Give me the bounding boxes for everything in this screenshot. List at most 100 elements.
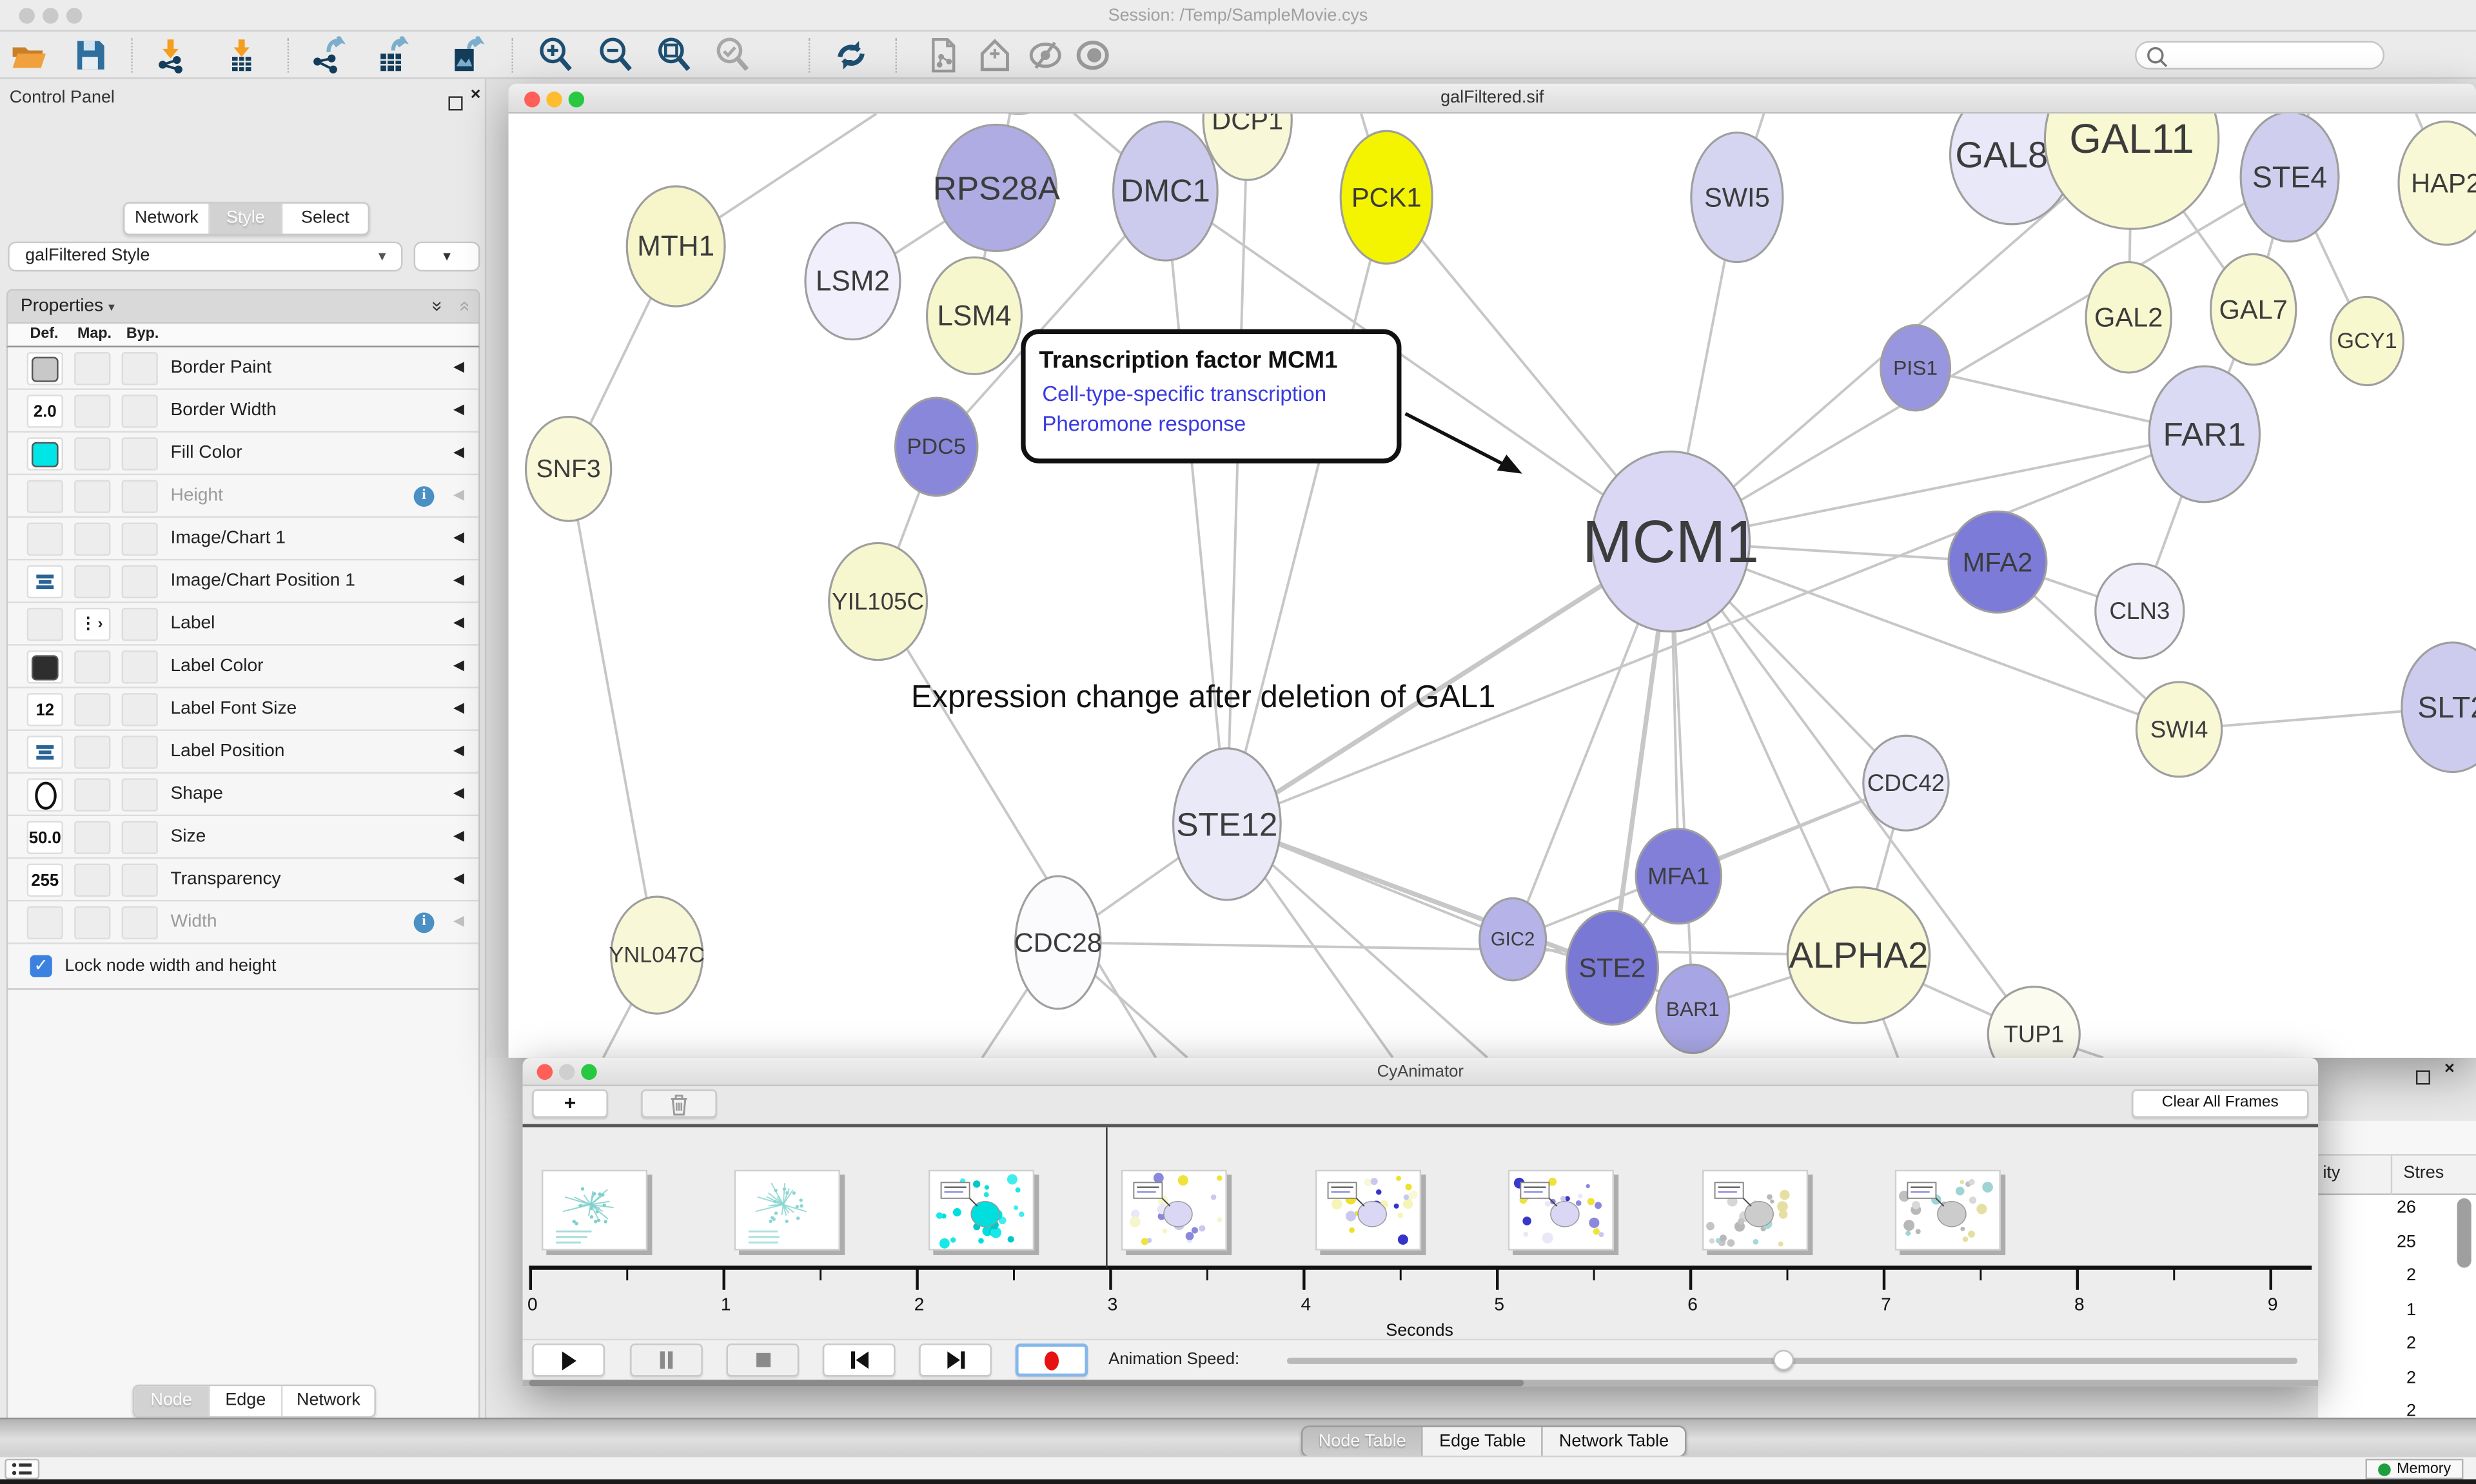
mapping-cell[interactable] <box>74 523 110 556</box>
network-node-LSM2[interactable]: LSM2 <box>805 222 900 339</box>
bypass-cell[interactable] <box>122 778 158 811</box>
network-node-GAL7[interactable]: GAL7 <box>2211 254 2296 364</box>
network-node-STE2[interactable]: STE2 <box>1566 911 1658 1024</box>
export-network-icon[interactable] <box>310 36 348 74</box>
mapping-cell[interactable] <box>74 437 110 470</box>
stop-button[interactable] <box>727 1343 800 1376</box>
default-value-cell[interactable]: 2.0 <box>27 395 63 427</box>
skip-to-end-button[interactable] <box>919 1343 992 1376</box>
property-row-width[interactable]: Widthi◀ <box>8 901 478 944</box>
network-node-BAR1[interactable]: BAR1 <box>1656 964 1729 1053</box>
minimize-window-icon[interactable] <box>43 8 58 23</box>
open-session-icon[interactable] <box>10 36 48 74</box>
default-value-cell[interactable] <box>27 608 63 641</box>
zoom-in-icon[interactable] <box>537 36 575 74</box>
expand-row-icon[interactable]: ◀ <box>453 529 464 546</box>
mapping-cell[interactable] <box>74 778 110 811</box>
network-node-HAP2[interactable]: HAP2 <box>2399 122 2476 245</box>
delete-frame-button[interactable] <box>641 1089 717 1118</box>
tab-network-table[interactable]: Network Table <box>1543 1427 1684 1456</box>
expand-row-icon[interactable]: ◀ <box>453 699 464 717</box>
bypass-cell[interactable] <box>122 608 158 641</box>
default-value-cell[interactable] <box>27 480 63 513</box>
style-select[interactable]: galFiltered Style ▼ <box>8 242 402 272</box>
default-value-cell[interactable] <box>27 437 63 470</box>
tab-select[interactable]: Select <box>282 204 368 234</box>
expand-all-icon[interactable]: » <box>427 301 449 311</box>
network-node-CLN3[interactable]: CLN3 <box>2096 563 2184 658</box>
property-row-label-position[interactable]: Label Position◀ <box>8 731 478 774</box>
property-row-label[interactable]: ⋮›Label◀ <box>8 603 478 646</box>
network-node-LSM4[interactable]: LSM4 <box>927 257 1022 374</box>
mapping-cell[interactable] <box>74 906 110 939</box>
annotation-link[interactable]: Cell-type-specific transcription <box>1042 382 1326 406</box>
bypass-cell[interactable] <box>122 565 158 598</box>
network-node-YIL105C[interactable]: YIL105C <box>829 543 927 659</box>
tab-edge-table[interactable]: Edge Table <box>1424 1427 1544 1456</box>
expand-row-icon[interactable]: ◀ <box>453 486 464 503</box>
property-row-shape[interactable]: Shape◀ <box>8 774 478 816</box>
mapping-cell[interactable] <box>74 650 110 683</box>
lock-node-size-checkbox[interactable]: ✓ <box>30 955 52 977</box>
property-row-label-color[interactable]: Label Color◀ <box>8 646 478 688</box>
close-window-icon[interactable] <box>19 8 34 23</box>
network-node-TUP1[interactable]: TUP1 <box>1988 987 2079 1058</box>
property-row-border-width[interactable]: 2.0Border Width◀ <box>8 390 478 433</box>
network-node-RPS28A[interactable]: RPS28A <box>933 124 1061 251</box>
property-row-image-chart-1[interactable]: Image/Chart 1◀ <box>8 518 478 560</box>
bypass-cell[interactable] <box>122 736 158 768</box>
network-canvas[interactable]: RPS28ADMC1DCP1PCK1SWI5MTH1LSM2LSM4SNF3PD… <box>509 113 2476 1057</box>
property-row-height[interactable]: Heighti◀ <box>8 475 478 518</box>
slider-handle[interactable] <box>1773 1350 1793 1371</box>
expand-row-icon[interactable]: ◀ <box>453 870 464 887</box>
tab-node-table[interactable]: Node Table <box>1302 1427 1423 1456</box>
network-node-SLT2[interactable]: SLT2 <box>2402 643 2476 772</box>
default-value-cell[interactable] <box>27 778 63 811</box>
property-row-size[interactable]: 50.0Size◀ <box>8 816 478 859</box>
expand-row-icon[interactable]: ◀ <box>453 657 464 674</box>
bypass-cell[interactable] <box>122 906 158 939</box>
expand-row-icon[interactable]: ◀ <box>453 358 464 376</box>
expand-row-icon[interactable]: ◀ <box>453 742 464 759</box>
network-node-GAL2[interactable]: GAL2 <box>2086 262 2171 373</box>
tab-edge[interactable]: Edge <box>210 1386 283 1416</box>
pause-button[interactable] <box>630 1343 703 1376</box>
mapping-cell[interactable] <box>74 821 110 854</box>
network-node-PIS1[interactable]: PIS1 <box>1881 325 1950 410</box>
network-node-STE4[interactable]: STE4 <box>2241 113 2339 241</box>
network-node-CDC42[interactable]: CDC42 <box>1863 736 1949 830</box>
bypass-cell[interactable] <box>122 395 158 427</box>
collapse-all-icon[interactable]: » <box>453 301 475 311</box>
network-edge[interactable] <box>569 469 657 955</box>
export-table-icon[interactable] <box>374 36 412 74</box>
network-edge[interactable] <box>878 601 1156 1058</box>
zoom-out-icon[interactable] <box>597 36 635 74</box>
refresh-view-icon[interactable] <box>832 36 870 74</box>
default-value-cell[interactable] <box>27 565 63 598</box>
memory-button[interactable]: Memory <box>2366 1459 2464 1479</box>
default-value-cell[interactable]: 12 <box>27 693 63 726</box>
default-value-cell[interactable]: 255 <box>27 864 63 897</box>
expand-row-icon[interactable]: ◀ <box>453 401 464 418</box>
default-value-cell[interactable] <box>27 650 63 683</box>
add-frame-button[interactable]: + <box>532 1089 608 1118</box>
property-row-border-paint[interactable]: Border Paint◀ <box>8 347 478 390</box>
export-image-icon[interactable] <box>449 36 487 74</box>
tab-network[interactable]: Network <box>124 204 210 234</box>
network-node-DMC1[interactable]: DMC1 <box>1114 122 1218 261</box>
default-value-cell[interactable] <box>27 906 63 939</box>
import-table-icon[interactable] <box>222 36 260 74</box>
network-node-FAR1[interactable]: FAR1 <box>2149 366 2259 502</box>
network-edge[interactable] <box>1165 191 1227 824</box>
zoom-icon[interactable] <box>581 1064 596 1080</box>
bypass-cell[interactable] <box>122 693 158 726</box>
info-icon[interactable]: i <box>414 913 435 933</box>
network-window-titlebar[interactable]: galFiltered.sif <box>509 84 2476 114</box>
bypass-cell[interactable] <box>122 437 158 470</box>
expand-row-icon[interactable]: ◀ <box>453 827 464 845</box>
expand-row-icon[interactable]: ◀ <box>453 572 464 589</box>
network-edge[interactable] <box>1227 120 1248 824</box>
first-neighbors-icon[interactable] <box>976 36 1014 74</box>
bypass-cell[interactable] <box>122 523 158 556</box>
minimize-icon[interactable] <box>559 1064 575 1080</box>
